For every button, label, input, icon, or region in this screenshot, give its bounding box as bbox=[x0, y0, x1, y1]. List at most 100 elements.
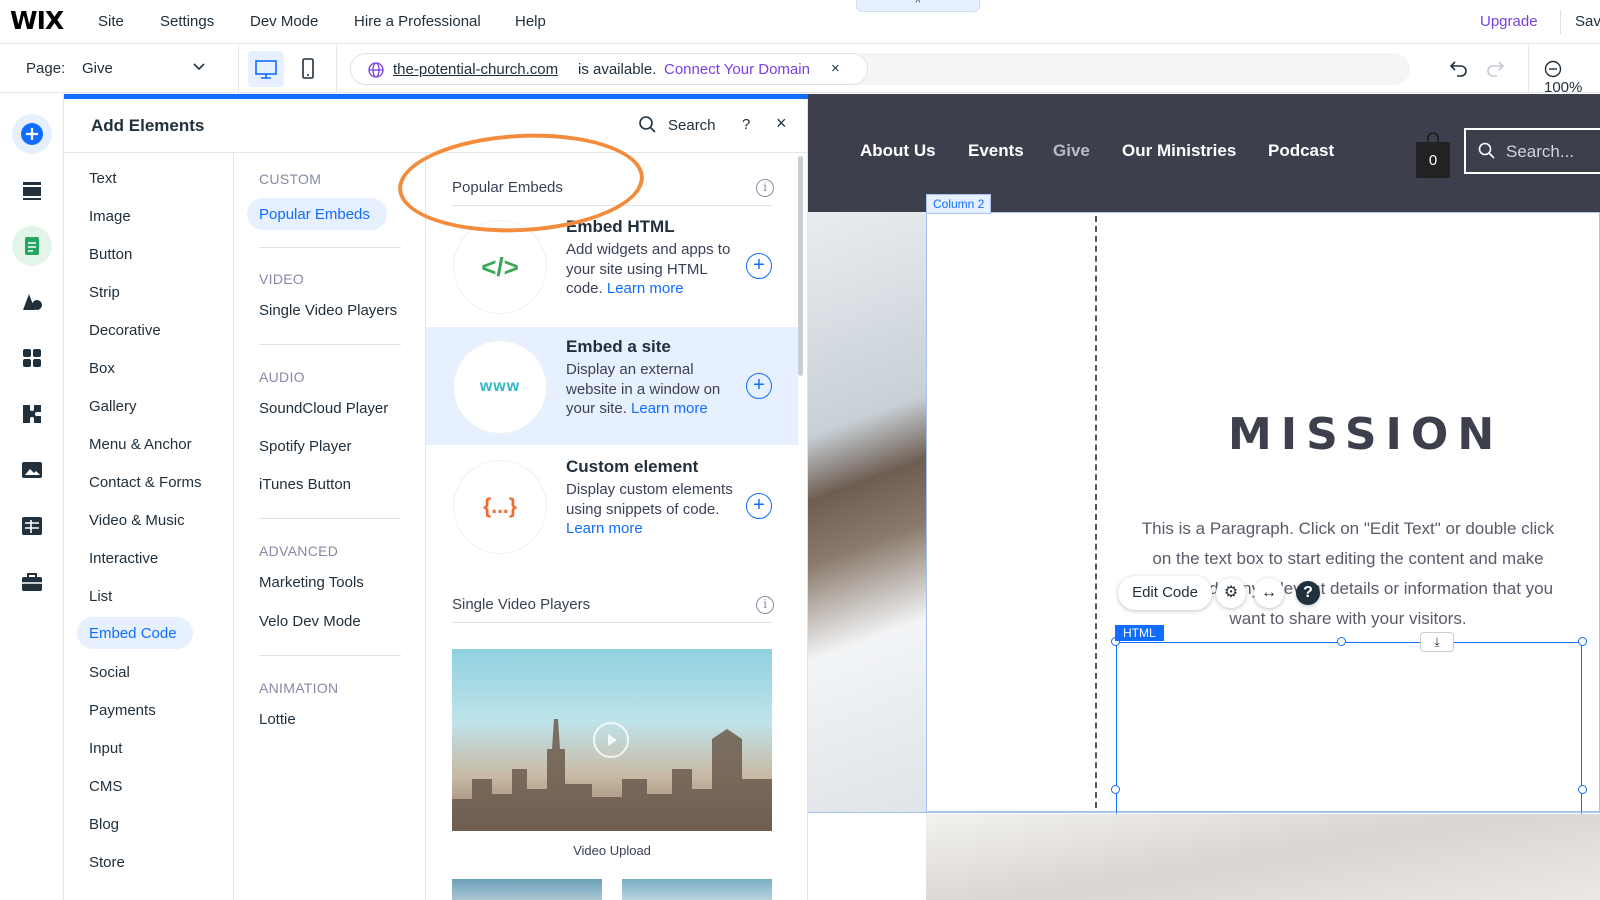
add-embed-html-button[interactable]: + bbox=[746, 253, 772, 279]
learn-more-link[interactable]: Learn more bbox=[631, 400, 708, 417]
close-icon[interactable]: × bbox=[831, 60, 840, 77]
category-contact-forms[interactable]: Contact & Forms bbox=[89, 474, 202, 491]
category-video-music[interactable]: Video & Music bbox=[89, 512, 185, 529]
nav-give[interactable]: Give bbox=[1053, 141, 1090, 161]
play-icon[interactable] bbox=[593, 722, 629, 758]
menu-help[interactable]: Help bbox=[515, 13, 546, 30]
menus-button[interactable] bbox=[12, 170, 52, 210]
save-button[interactable]: Sav bbox=[1575, 13, 1600, 30]
search-icon[interactable] bbox=[638, 115, 658, 135]
subitem-popular-embeds[interactable]: Popular Embeds bbox=[259, 206, 370, 223]
subitem-soundcloud-player[interactable]: SoundCloud Player bbox=[259, 400, 388, 417]
info-icon[interactable]: i bbox=[756, 596, 774, 614]
mobile-icon bbox=[302, 58, 314, 79]
add-custom-element-button[interactable]: + bbox=[746, 493, 772, 519]
add-elements-button[interactable] bbox=[12, 114, 52, 154]
redo-icon[interactable] bbox=[1484, 56, 1506, 78]
apps-button[interactable] bbox=[12, 338, 52, 378]
wix-logo[interactable]: WIX bbox=[10, 6, 64, 35]
subitem-velo-dev-mode[interactable]: Velo Dev Mode bbox=[259, 613, 361, 630]
snowy-mountain-image[interactable] bbox=[808, 212, 926, 812]
connect-domain-link[interactable]: Connect Your Domain bbox=[664, 61, 810, 78]
embed-site-card[interactable]: www Embed a site Display an external web… bbox=[426, 327, 798, 445]
nav-events[interactable]: Events bbox=[968, 141, 1024, 161]
learn-more-link[interactable]: Learn more bbox=[607, 280, 684, 297]
info-icon[interactable]: i bbox=[756, 179, 774, 197]
collapse-toolbar-handle[interactable]: ^ bbox=[856, 0, 980, 12]
mobile-view-button[interactable] bbox=[290, 51, 326, 87]
category-list[interactable]: List bbox=[89, 588, 112, 605]
category-cms[interactable]: CMS bbox=[89, 778, 122, 795]
menu-hire-professional[interactable]: Hire a Professional bbox=[354, 13, 481, 30]
site-search-box[interactable]: Search... bbox=[1464, 128, 1600, 174]
business-button[interactable] bbox=[12, 562, 52, 602]
category-store[interactable]: Store bbox=[89, 854, 125, 871]
category-blog[interactable]: Blog bbox=[89, 816, 119, 833]
category-interactive[interactable]: Interactive bbox=[89, 550, 158, 567]
add-embed-site-button[interactable]: + bbox=[746, 373, 772, 399]
media-button[interactable] bbox=[12, 450, 52, 490]
subitem-itunes-button[interactable]: iTunes Button bbox=[259, 476, 351, 493]
app-market-button[interactable] bbox=[12, 394, 52, 434]
resize-handle[interactable] bbox=[1337, 637, 1346, 646]
pages-button[interactable] bbox=[12, 226, 52, 266]
settings-gear-icon[interactable]: ⚙ bbox=[1216, 578, 1246, 608]
video-thumbnail[interactable] bbox=[452, 879, 602, 900]
cart-icon[interactable]: 0 bbox=[1416, 132, 1450, 178]
learn-more-link[interactable]: Learn more bbox=[566, 520, 643, 537]
video-thumbnail[interactable] bbox=[622, 879, 772, 900]
embed-title: Embed a site bbox=[566, 337, 671, 356]
category-decorative[interactable]: Decorative bbox=[89, 322, 161, 339]
upgrade-link[interactable]: Upgrade bbox=[1480, 13, 1538, 30]
category-text[interactable]: Text bbox=[89, 170, 117, 187]
category-embed-code[interactable]: Embed Code bbox=[89, 625, 177, 642]
panel-scrollbar[interactable] bbox=[798, 156, 803, 376]
cms-button[interactable] bbox=[12, 506, 52, 546]
category-input[interactable]: Input bbox=[89, 740, 122, 757]
subitem-single-video-players[interactable]: Single Video Players bbox=[259, 302, 397, 319]
menu-settings[interactable]: Settings bbox=[160, 13, 214, 30]
domain-name-link[interactable]: the-potential-church.com bbox=[393, 61, 558, 78]
undo-icon[interactable] bbox=[1448, 56, 1470, 78]
resize-handle[interactable] bbox=[1578, 637, 1587, 646]
chevron-down-icon[interactable] bbox=[192, 59, 206, 76]
menu-dev-mode[interactable]: Dev Mode bbox=[250, 13, 318, 30]
category-button[interactable]: Button bbox=[89, 246, 132, 263]
nav-podcast[interactable]: Podcast bbox=[1268, 141, 1334, 161]
close-icon[interactable]: × bbox=[776, 113, 787, 134]
category-social[interactable]: Social bbox=[89, 664, 130, 681]
nav-our-ministries[interactable]: Our Ministries bbox=[1122, 141, 1236, 161]
design-icon bbox=[23, 294, 42, 310]
panel-search-button[interactable]: Search bbox=[668, 117, 716, 134]
menu-site[interactable]: Site bbox=[98, 13, 124, 30]
marble-background-image[interactable] bbox=[926, 814, 1600, 900]
help-icon[interactable]: ? bbox=[742, 116, 750, 133]
divider bbox=[452, 622, 772, 623]
embed-content: Popular Embeds i </> Embed HTML Add widg… bbox=[426, 153, 808, 900]
video-upload-thumbnail[interactable] bbox=[452, 649, 772, 831]
design-button[interactable] bbox=[12, 282, 52, 322]
edit-code-button[interactable]: Edit Code bbox=[1118, 576, 1212, 610]
stretch-arrows-icon[interactable]: ↔ bbox=[1254, 578, 1284, 608]
category-menu-anchor[interactable]: Menu & Anchor bbox=[89, 436, 192, 453]
zoom-level[interactable]: 100% bbox=[1544, 60, 1600, 96]
subitem-marketing-tools[interactable]: Marketing Tools bbox=[259, 574, 364, 591]
site-search-placeholder: Search... bbox=[1506, 142, 1575, 161]
resize-handle[interactable] bbox=[1111, 785, 1120, 794]
nav-about-us[interactable]: About Us bbox=[860, 141, 936, 161]
mission-paragraph[interactable]: This is a Paragraph. Click on "Edit Text… bbox=[1138, 514, 1558, 634]
mission-heading[interactable]: MISSION bbox=[1228, 409, 1503, 460]
help-icon[interactable]: ? bbox=[1296, 581, 1320, 605]
category-payments[interactable]: Payments bbox=[89, 702, 156, 719]
custom-element-card[interactable]: {...} Custom element Display custom elem… bbox=[426, 447, 798, 565]
category-gallery[interactable]: Gallery bbox=[89, 398, 137, 415]
page-selector[interactable]: Give bbox=[82, 60, 113, 77]
subitem-spotify-player[interactable]: Spotify Player bbox=[259, 438, 352, 455]
category-strip[interactable]: Strip bbox=[89, 284, 120, 301]
category-box[interactable]: Box bbox=[89, 360, 115, 377]
stretch-handle-icon[interactable]: ⤓ bbox=[1420, 632, 1454, 652]
category-image[interactable]: Image bbox=[89, 208, 131, 225]
subitem-lottie[interactable]: Lottie bbox=[259, 711, 296, 728]
resize-handle[interactable] bbox=[1578, 785, 1587, 794]
desktop-view-button[interactable] bbox=[248, 51, 284, 87]
